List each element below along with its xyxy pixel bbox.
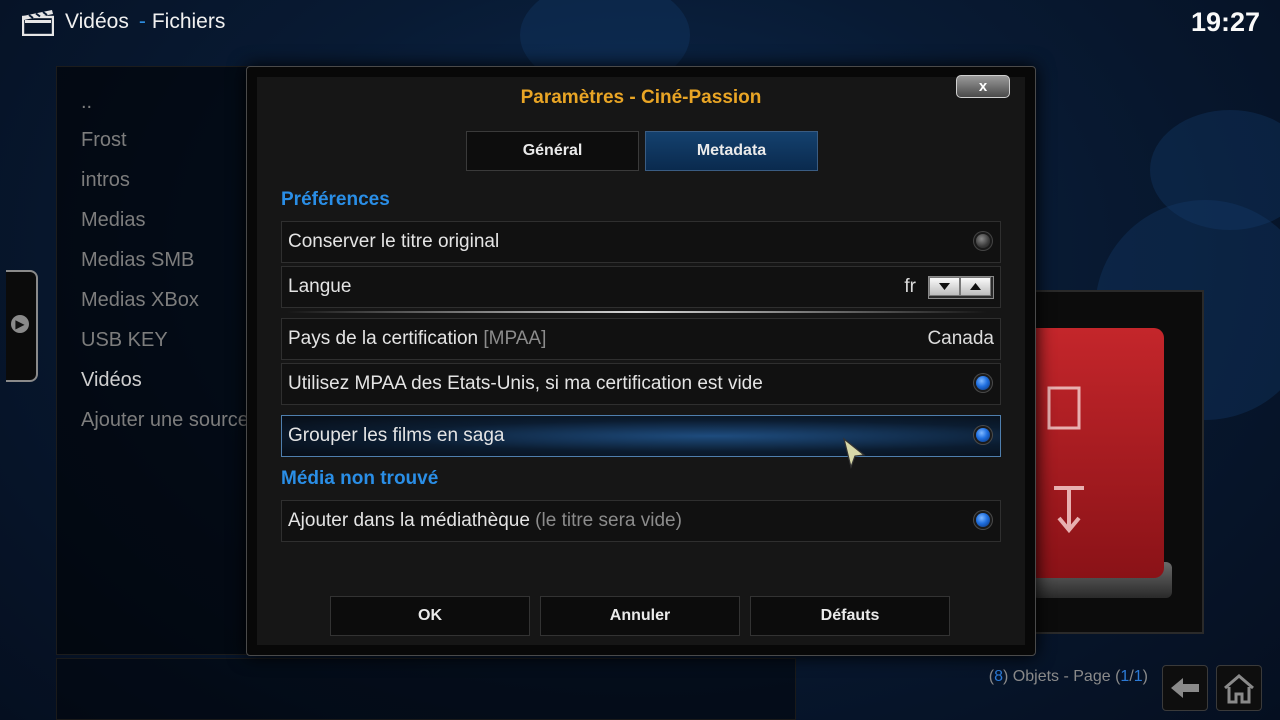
clock: 19:27 xyxy=(1190,7,1260,37)
radio-toggle-on[interactable] xyxy=(976,428,990,442)
list-item[interactable]: USB KEY xyxy=(81,329,168,352)
dialog-title: Paramètres - Ciné-Passion xyxy=(520,87,762,108)
back-button[interactable] xyxy=(1162,665,1208,711)
setting-certification-country[interactable]: Pays de la certification [MPAA] Canada xyxy=(281,318,1001,360)
setting-label: Langue xyxy=(288,276,352,297)
setting-group-saga[interactable]: Grouper les films en saga xyxy=(281,415,1001,457)
list-item[interactable]: Medias SMB xyxy=(81,249,194,272)
breadcrumb: Vidéos - Fichiers xyxy=(65,10,225,34)
tab-metadata[interactable]: Metadata xyxy=(645,131,818,171)
certification-country-value: Canada xyxy=(927,328,994,349)
ok-button[interactable]: OK xyxy=(330,596,530,636)
clapperboard-icon xyxy=(22,10,54,36)
radio-toggle-on[interactable] xyxy=(976,376,990,390)
list-item[interactable]: Medias xyxy=(81,209,145,232)
setting-use-us-mpaa[interactable]: Utilisez MPAA des Etats-Unis, si ma cert… xyxy=(281,363,1001,405)
radio-toggle-off[interactable] xyxy=(976,234,990,248)
download-arrow-icon xyxy=(1047,386,1084,534)
close-button[interactable]: x xyxy=(956,75,1010,98)
defaults-button[interactable]: Défauts xyxy=(750,596,950,636)
language-value: fr xyxy=(904,276,916,297)
object-count: (8) Objets - Page (1/1) xyxy=(988,668,1148,685)
mouse-cursor-icon xyxy=(842,437,866,469)
list-item[interactable]: Ajouter une source xyxy=(81,409,249,432)
setting-label-text: Ajouter dans la médiathèque xyxy=(288,510,530,531)
setting-label-text: Pays de la certification xyxy=(288,328,479,349)
list-item[interactable]: Medias XBox xyxy=(81,289,199,312)
list-item[interactable]: Frost xyxy=(81,129,127,152)
section-preferences: Préférences xyxy=(281,189,390,210)
language-spinner xyxy=(928,267,994,307)
home-icon xyxy=(1224,674,1254,704)
setting-label: Utilisez MPAA des Etats-Unis, si ma cert… xyxy=(288,373,763,394)
header: Vidéos - Fichiers 19:27 xyxy=(0,0,1280,44)
setting-add-to-library[interactable]: Ajouter dans la médiathèque (le titre se… xyxy=(281,500,1001,542)
object-count-value: 8 xyxy=(994,668,1004,685)
setting-label: Conserver le titre original xyxy=(288,231,500,252)
spinner-up-button[interactable] xyxy=(960,277,991,296)
setting-label-suffix: (le titre sera vide) xyxy=(535,510,682,531)
list-item[interactable]: .. xyxy=(81,91,92,114)
setting-language[interactable]: Langue fr xyxy=(281,266,1001,308)
dialog-body xyxy=(257,77,1025,645)
breadcrumb-section: Vidéos xyxy=(65,10,129,33)
setting-keep-original-title[interactable]: Conserver le titre original xyxy=(281,221,1001,263)
bottom-bar xyxy=(56,658,796,720)
cancel-button[interactable]: Annuler xyxy=(540,596,740,636)
spinner-down-button[interactable] xyxy=(929,277,960,296)
drive-icon xyxy=(1024,328,1164,578)
settings-dialog: Paramètres - Ciné-Passion x Général Meta… xyxy=(246,66,1036,656)
side-menu-tab[interactable]: ▶ xyxy=(6,270,38,382)
breadcrumb-subsection: Fichiers xyxy=(151,10,226,33)
home-button[interactable] xyxy=(1216,665,1262,711)
setting-label: Ajouter dans la médiathèque (le titre se… xyxy=(288,510,682,532)
chevron-up-icon xyxy=(970,283,981,290)
current-page: 1 xyxy=(1120,668,1130,685)
total-pages: 1 xyxy=(1133,668,1143,685)
breadcrumb-separator: - xyxy=(138,10,146,33)
separator-line xyxy=(287,311,987,313)
setting-label: Pays de la certification [MPAA] xyxy=(288,328,546,350)
section-media-not-found: Média non trouvé xyxy=(281,468,439,489)
object-count-label: Objets - Page xyxy=(1012,668,1111,685)
arrow-right-icon: ▶ xyxy=(11,315,29,333)
setting-label-suffix: [MPAA] xyxy=(483,328,547,349)
back-arrow-icon xyxy=(1171,678,1199,698)
radio-toggle-on[interactable] xyxy=(976,513,990,527)
tab-general[interactable]: Général xyxy=(466,131,639,171)
list-item[interactable]: intros xyxy=(81,169,130,192)
file-list-panel: .. Frost intros Medias Medias SMB Medias… xyxy=(56,66,258,655)
setting-label: Grouper les films en saga xyxy=(288,425,505,446)
list-item[interactable]: Vidéos xyxy=(81,369,142,392)
chevron-down-icon xyxy=(939,283,950,290)
